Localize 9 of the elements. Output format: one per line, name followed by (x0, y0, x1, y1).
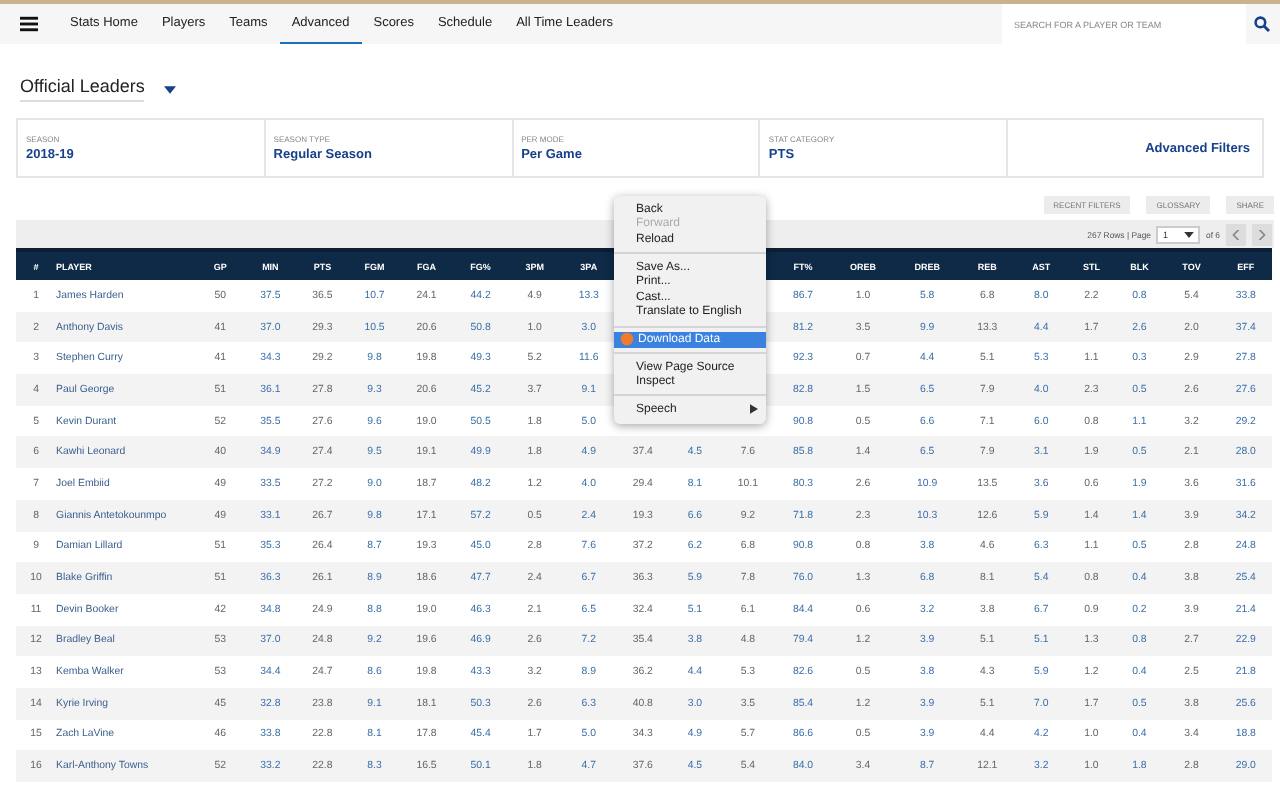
search-icon[interactable] (1254, 16, 1270, 32)
chevron-right-icon (1258, 229, 1266, 239)
caret-icon[interactable] (164, 85, 177, 93)
caret-icon (1184, 231, 1194, 237)
menu-icon[interactable] (20, 16, 38, 32)
page-title[interactable]: Official Leaders (20, 76, 145, 102)
next-page-button[interactable] (1252, 223, 1272, 245)
chevron-left-icon (1232, 229, 1240, 239)
previous-page-button[interactable] (1226, 223, 1246, 245)
